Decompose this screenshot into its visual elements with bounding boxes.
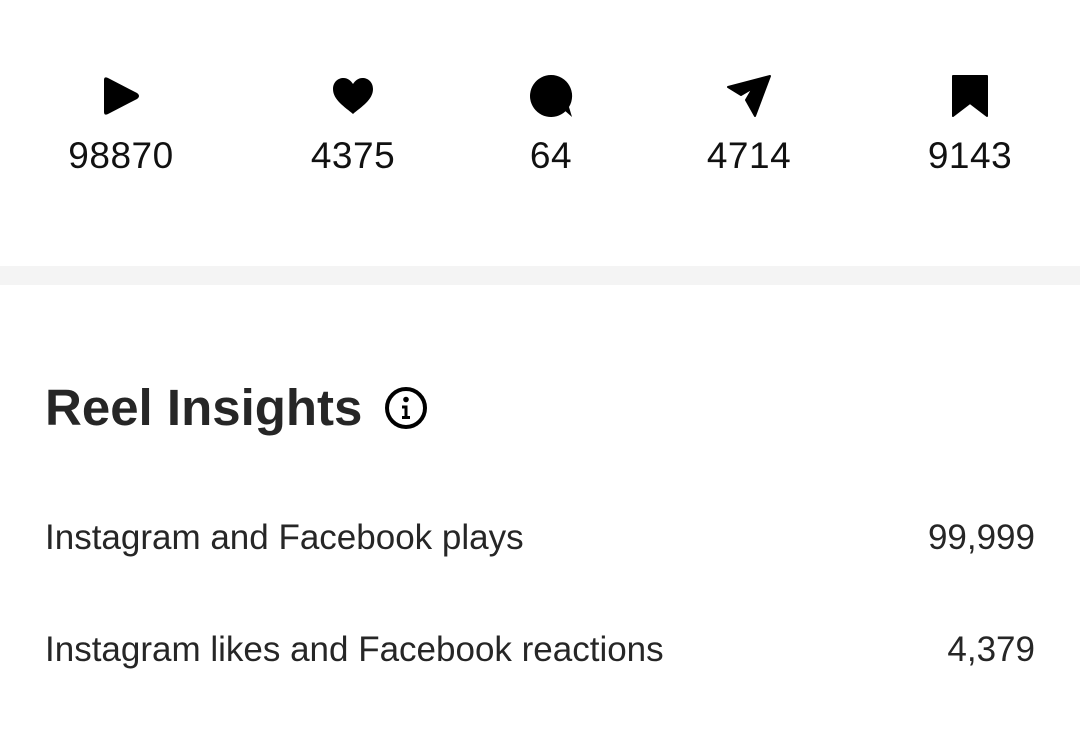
saves-stat: 9143 <box>890 72 1050 176</box>
bookmark-icon <box>946 72 994 120</box>
likes-stat: 4375 <box>273 72 433 176</box>
likes-count: 4375 <box>310 135 396 176</box>
comment-icon <box>527 72 575 120</box>
shares-stat: 4714 <box>669 72 829 176</box>
reel-insights-title: Reel Insights <box>45 379 363 436</box>
metric-value: 99,999 <box>927 518 1035 557</box>
info-icon[interactable] <box>384 386 428 430</box>
comments-stat: 64 <box>471 72 631 176</box>
metric-label: Instagram likes and Facebook reactions <box>45 630 664 669</box>
metric-row-likes-reactions: Instagram likes and Facebook reactions 4… <box>45 625 1035 675</box>
metric-label: Instagram and Facebook plays <box>45 518 524 557</box>
post-stats-row: 98870 4375 64 4714 9143 <box>0 0 1080 266</box>
saves-count: 9143 <box>927 135 1013 176</box>
play-icon <box>97 72 145 120</box>
plays-stat: 98870 <box>41 72 201 176</box>
reel-insights-header: Reel Insights <box>45 378 428 438</box>
share-icon <box>725 72 773 120</box>
metric-row-plays: Instagram and Facebook plays 99,999 <box>45 513 1035 563</box>
metric-value: 4,379 <box>947 630 1035 669</box>
comments-count: 64 <box>529 135 573 176</box>
shares-count: 4714 <box>706 135 792 176</box>
plays-count: 98870 <box>68 135 174 176</box>
section-divider <box>0 266 1080 285</box>
heart-icon <box>329 72 377 120</box>
